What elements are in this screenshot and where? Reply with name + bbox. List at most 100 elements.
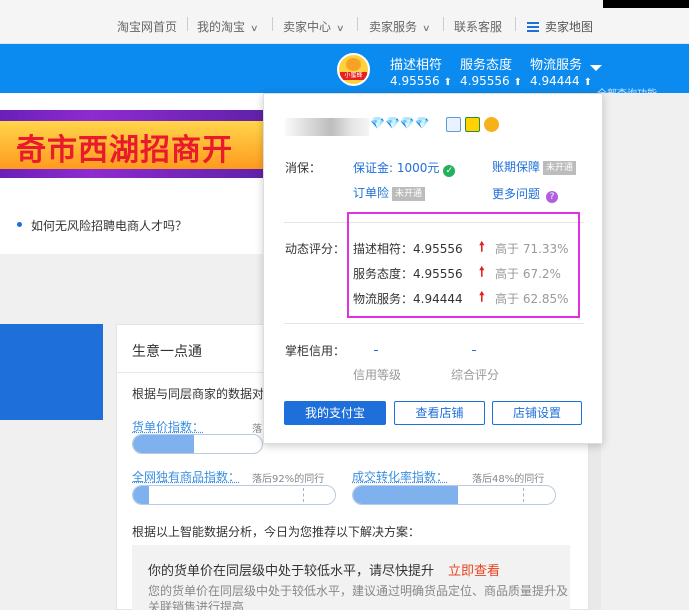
order-insurance-link[interactable]: 订单险 未开通 xyxy=(353,184,426,201)
score-label: 描述相符 xyxy=(390,58,443,73)
score-value: 4.95556 xyxy=(390,74,440,88)
nav-seller-services-label: 卖家服务 xyxy=(369,20,418,34)
metric-note: 落 xyxy=(252,424,262,435)
more-questions-text: 更多问题 xyxy=(492,187,541,201)
dsr-compare: 高于 67.2% xyxy=(495,267,561,281)
score-label: 物流服务 xyxy=(530,58,583,73)
meter-fill xyxy=(133,435,194,453)
metric-label-conversion[interactable]: 成交转化率指数： xyxy=(352,468,448,485)
meter-fill xyxy=(133,486,150,504)
nav-seller-center-label: 卖家中心 xyxy=(283,20,332,34)
metric-note: 落后48%的同行 xyxy=(472,474,545,485)
my-alipay-button[interactable]: 我的支付宝 xyxy=(284,401,386,425)
dropdown-caret-icon[interactable] xyxy=(590,65,602,71)
diamond-rating-icon: 💎💎💎💎 xyxy=(370,116,430,130)
panel-title: 生意一点通 xyxy=(132,344,202,360)
credit-level-value xyxy=(374,350,378,351)
question-icon: ? xyxy=(546,191,559,203)
nav-taobao-home[interactable]: 淘宝网首页 xyxy=(117,18,177,35)
blue-card[interactable] xyxy=(0,324,103,420)
score-value-row: 4.94444 ⬆ xyxy=(530,74,592,88)
avatar-tag: 小蜜蜂 xyxy=(340,72,367,80)
top-nav: 淘宝网首页 我的淘宝 ∨ 卖家中心 ∨ 卖家服务 ∨ 联系客服 卖家地图 xyxy=(0,0,689,44)
score-value: 4.95556 xyxy=(460,74,510,88)
suggestion-title-text: 你的货单价在同层级中处于较低水平，请尽快提升 xyxy=(148,564,435,579)
dsr-compare: 高于 71.33% xyxy=(495,242,569,256)
suggestion-body: 您的货单价在同层级中处于较低水平，建议通过明确货品定位、商品质量提升及 xyxy=(148,584,569,598)
meter-fill xyxy=(353,486,459,504)
shop-settings-button[interactable]: 店铺设置 xyxy=(492,401,582,425)
recommend-text: 根据以上智能数据分析，今日为您推荐以下解决方案： xyxy=(132,525,421,539)
nav-my-taobao-label: 我的淘宝 xyxy=(197,20,246,34)
promo-banner-text: 奇市西湖招商开 xyxy=(16,133,233,168)
suggestion-link[interactable]: 立即查看 xyxy=(448,564,500,579)
shopkeeper-credit-label: 掌柜信用： xyxy=(285,344,346,358)
nav-divider xyxy=(515,17,516,31)
dsr-description: 描述相符：4.95556 xyxy=(353,242,463,256)
nav-seller-center[interactable]: 卖家中心 ∨ xyxy=(283,18,345,35)
up-arrow-icon: 🠕 xyxy=(479,240,485,255)
account-guarantee-link[interactable]: 账期保障 未开通 xyxy=(492,158,577,175)
nav-divider xyxy=(357,17,358,31)
panel-intro: 根据与同层商家的数据对 xyxy=(132,387,265,401)
check-icon: ✓ xyxy=(443,165,456,177)
scrollbar[interactable] xyxy=(589,438,601,610)
score-block-service[interactable]: 服务态度 4.95556 ⬆ xyxy=(460,54,522,88)
metric-label-unit-price[interactable]: 货单价指数： xyxy=(132,418,204,435)
id-verified-icon[interactable] xyxy=(446,117,461,132)
truncated-link[interactable]: 全部查询功能 xyxy=(597,85,689,93)
score-value-row: 4.95556 ⬆ xyxy=(390,74,452,88)
gold-medal-icon[interactable] xyxy=(484,117,499,132)
meter-benchmark xyxy=(303,488,304,502)
protection-label: 消保： xyxy=(285,161,322,175)
overall-score-value xyxy=(472,350,476,351)
not-open-badge: 未开通 xyxy=(543,161,577,175)
not-open-badge: 未开通 xyxy=(392,187,426,201)
nav-seller-map-label: 卖家地图 xyxy=(545,20,594,34)
metric-label-unique-goods[interactable]: 全网独有商品指数： xyxy=(132,468,240,485)
credit-level-caption: 信用等级 xyxy=(353,368,402,382)
avatar-face-icon xyxy=(346,58,361,71)
metric-meter-conversion xyxy=(352,485,556,505)
up-arrow-icon: 🠕 xyxy=(479,290,485,305)
dsr-label: 动态评分： xyxy=(285,242,346,256)
up-arrow-icon: ⬆ xyxy=(583,77,593,88)
up-arrow-icon: ⬆ xyxy=(443,77,453,88)
menu-icon xyxy=(527,22,539,32)
score-block-logistics[interactable]: 物流服务 4.94444 ⬆ xyxy=(530,54,592,88)
top-right-strip xyxy=(603,0,689,8)
nav-my-taobao[interactable]: 我的淘宝 ∨ xyxy=(197,18,259,35)
score-block-description[interactable]: 描述相符 4.95556 ⬆ xyxy=(390,54,452,88)
dsr-service: 服务态度：4.95556 xyxy=(353,267,463,281)
deposit-text: 保证金: 1000元 xyxy=(353,161,440,175)
avatar[interactable]: 小蜜蜂 xyxy=(337,53,370,86)
view-shop-button[interactable]: 查看店铺 xyxy=(394,401,485,425)
more-questions-link[interactable]: 更多问题? xyxy=(492,185,559,203)
suggestion-body-2: 关联销售进行提高 xyxy=(148,600,245,610)
nav-contact-service[interactable]: 联系客服 xyxy=(454,18,502,35)
overall-score-caption: 综合评分 xyxy=(451,368,500,382)
order-insurance-text: 订单险 xyxy=(353,186,390,200)
nav-divider xyxy=(272,17,273,31)
chevron-down-icon: ∨ xyxy=(336,24,345,34)
seller-badge-icon[interactable] xyxy=(465,117,480,132)
score-value: 4.94444 xyxy=(530,74,580,88)
deposit-link[interactable]: 保证金: 1000元 ✓ xyxy=(353,159,456,177)
account-guarantee-text: 账期保障 xyxy=(492,160,541,174)
news-link[interactable]: 如何无风险招聘电商人才吗？ xyxy=(16,217,188,234)
chevron-down-icon: ∨ xyxy=(422,24,431,34)
up-arrow-icon: ⬆ xyxy=(513,77,523,88)
score-value-row: 4.95556 ⬆ xyxy=(460,74,522,88)
metric-meter-unit-price xyxy=(132,434,263,454)
popup-divider xyxy=(284,323,584,324)
nav-divider xyxy=(443,17,444,31)
up-arrow-icon: 🠕 xyxy=(479,265,485,280)
news-text: 如何无风险招聘电商人才吗？ xyxy=(31,219,188,233)
shop-name-blurred xyxy=(285,118,369,136)
nav-divider xyxy=(187,17,188,31)
dsr-logistics: 物流服务：4.94444 xyxy=(353,292,463,306)
nav-seller-services[interactable]: 卖家服务 ∨ xyxy=(369,18,431,35)
score-label: 服务态度 xyxy=(460,58,513,73)
meter-benchmark xyxy=(523,488,524,502)
nav-seller-map[interactable]: 卖家地图 xyxy=(527,18,593,35)
